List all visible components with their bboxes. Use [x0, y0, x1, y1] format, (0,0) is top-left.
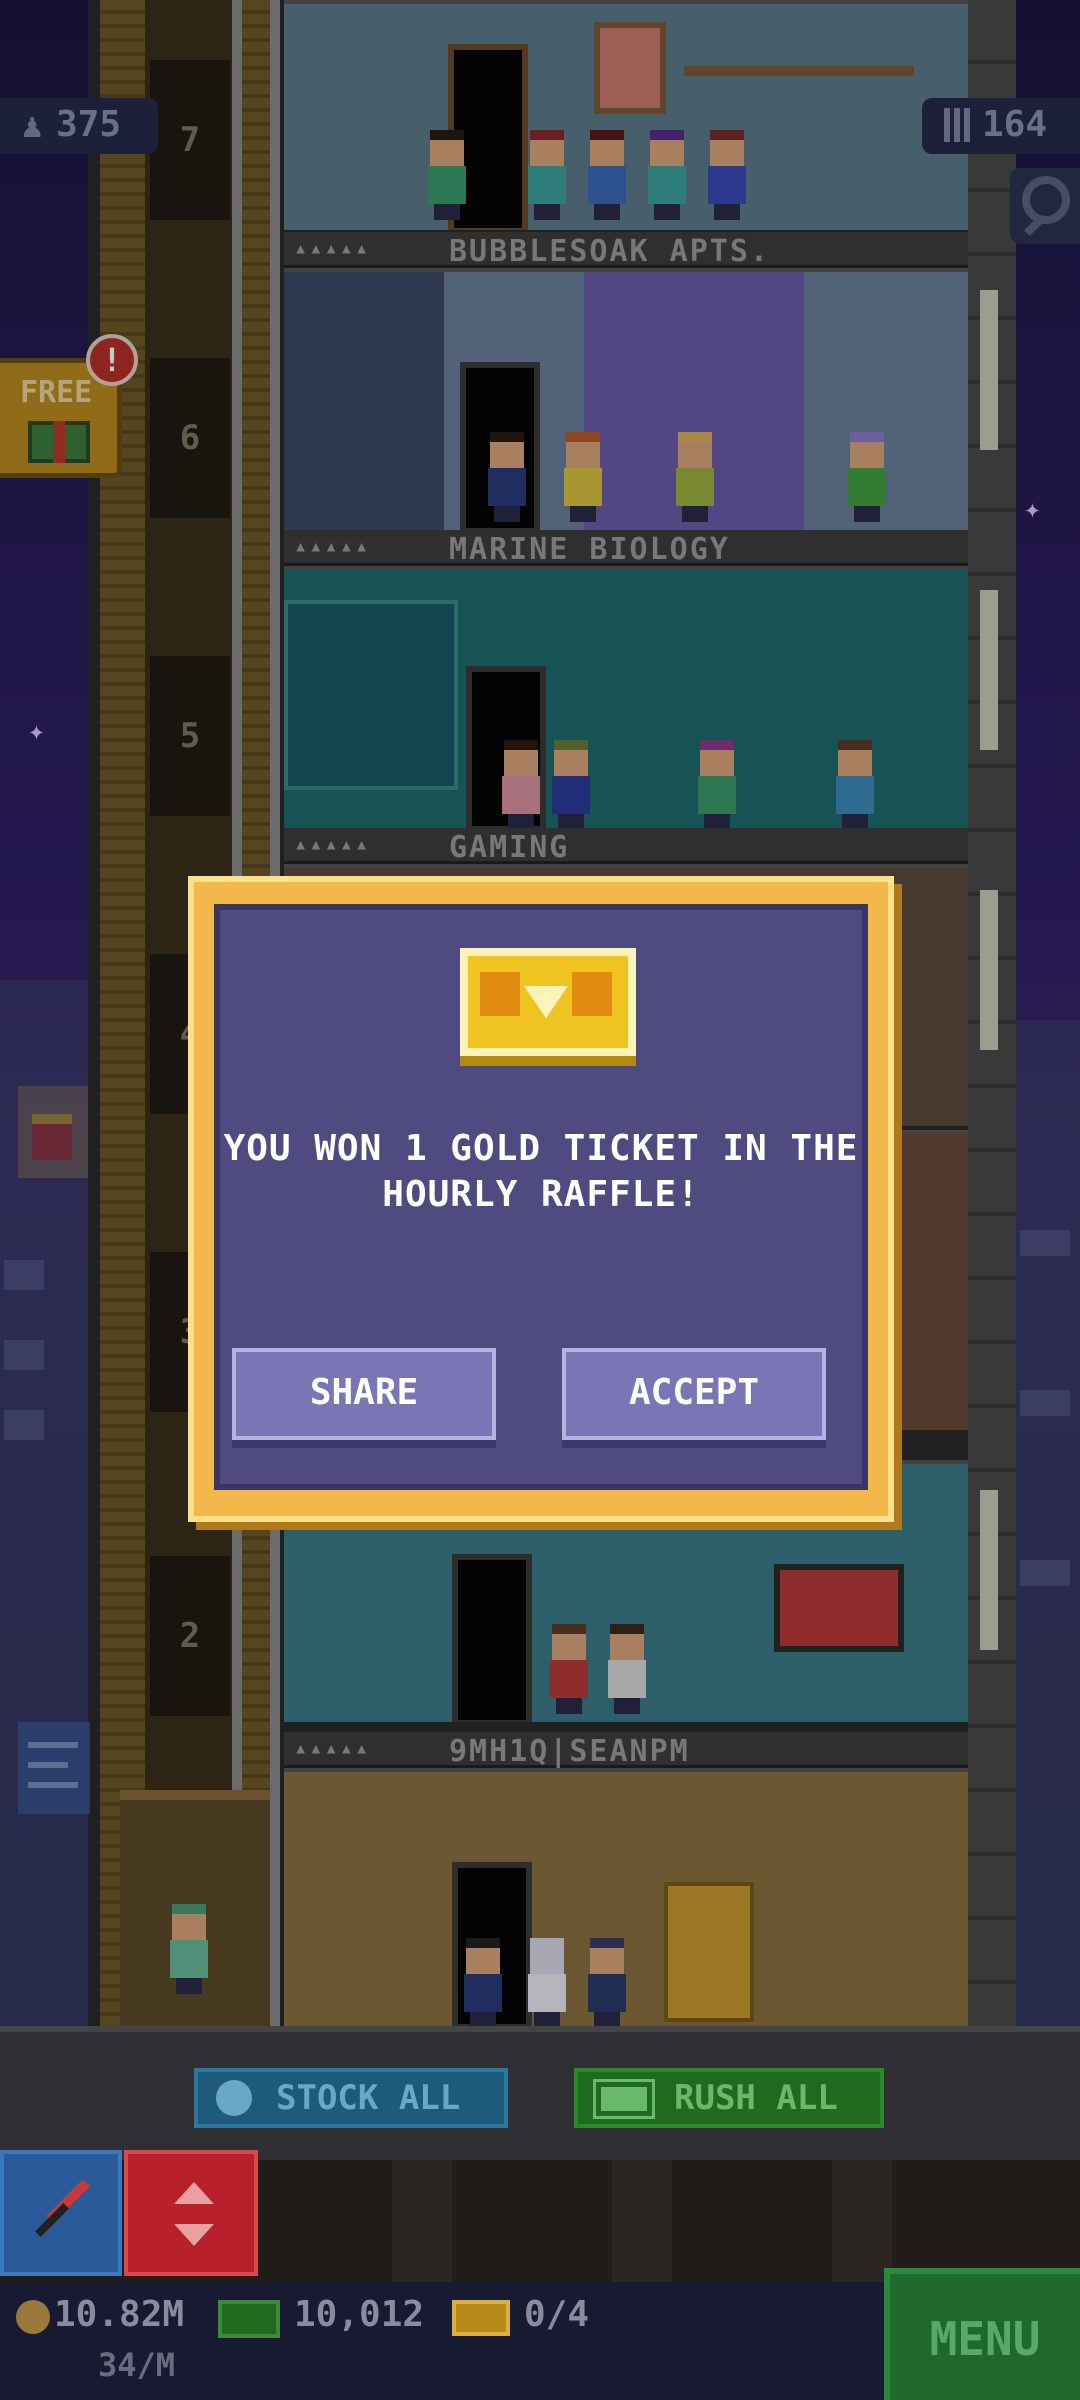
share-button[interactable]: SHARE	[232, 1348, 496, 1440]
ticket-icon	[452, 2300, 510, 2336]
build-button[interactable]	[0, 2150, 122, 2276]
action-bar: STOCK ALL RUSH ALL	[0, 2026, 1080, 2166]
elevator-bay	[392, 2160, 452, 2282]
rush-all-button[interactable]: RUSH ALL	[574, 2068, 884, 2128]
tickets-count: 0/4	[524, 2294, 590, 2335]
stock-all-button[interactable]: STOCK ALL	[194, 2068, 508, 2128]
coins-amount: 10.82M	[54, 2294, 185, 2335]
menu-button[interactable]: MENU	[884, 2268, 1080, 2400]
coin-icon	[16, 2300, 50, 2334]
accept-button[interactable]: ACCEPT	[562, 1348, 826, 1440]
raffle-dialog-panel: YOU WON 1 GOLD TICKET IN THE HOURLY RAFF…	[214, 904, 868, 1490]
elevator-bay	[832, 2160, 892, 2282]
rush-all-label: RUSH ALL	[674, 2078, 838, 2118]
bux-amount: 10,012	[294, 2294, 425, 2335]
gold-ticket-icon	[460, 948, 636, 1056]
elevator-bay	[612, 2160, 672, 2282]
ticket-detail	[524, 986, 568, 1018]
cash-icon	[593, 2079, 655, 2119]
bux-icon	[218, 2300, 280, 2338]
elevator-button[interactable]	[124, 2150, 258, 2276]
ticket-detail	[572, 972, 612, 1016]
elevator-down-arrow-icon	[174, 2224, 214, 2246]
stock-all-label: STOCK ALL	[276, 2078, 461, 2118]
coins-rate: 34/M	[98, 2346, 176, 2384]
clock-icon	[216, 2080, 252, 2116]
ticket-detail	[480, 972, 520, 1016]
raffle-dialog: YOU WON 1 GOLD TICKET IN THE HOURLY RAFF…	[188, 876, 894, 1522]
raffle-message: YOU WON 1 GOLD TICKET IN THE HOURLY RAFF…	[223, 1128, 859, 1215]
elevator-up-arrow-icon	[174, 2182, 214, 2204]
